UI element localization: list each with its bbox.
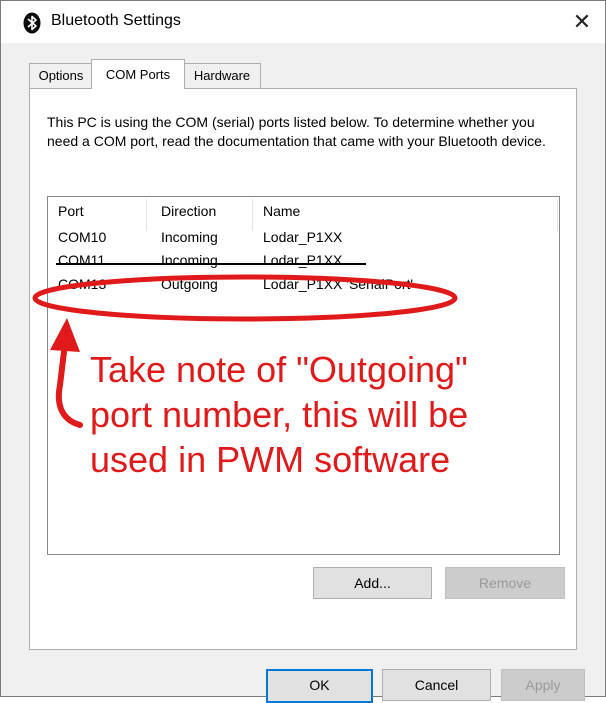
row-com13-name[interactable]: Lodar_P1XX 'SerialPort': [263, 276, 413, 292]
add-button[interactable]: Add...: [313, 567, 432, 599]
annotation-line: Take note of "Outgoing": [90, 349, 468, 390]
row-com11-port[interactable]: COM11: [58, 252, 105, 268]
column-divider: [557, 199, 558, 231]
row-com11-strikethrough: [56, 263, 366, 265]
row-com10-direction[interactable]: Incoming: [161, 229, 218, 245]
annotation-line: used in PWM software: [90, 439, 451, 480]
title-bar: Bluetooth Settings ✕: [1, 1, 605, 43]
tab-hardware[interactable]: Hardware: [183, 63, 261, 88]
column-header-direction[interactable]: Direction: [161, 203, 216, 219]
row-com11-name[interactable]: Lodar_P1XX: [263, 252, 342, 268]
row-com10-port[interactable]: COM10: [58, 229, 106, 245]
tab-com-ports[interactable]: COM Ports: [91, 59, 185, 89]
bluetooth-icon: [23, 12, 41, 34]
column-header-port[interactable]: Port: [58, 203, 84, 219]
row-com11-direction[interactable]: Incoming: [161, 252, 218, 268]
window-title: Bluetooth Settings: [51, 12, 181, 29]
column-header-name[interactable]: Name: [263, 203, 300, 219]
annotation-text: Take note of "Outgoing" port number, thi…: [90, 347, 560, 482]
apply-button[interactable]: Apply: [501, 669, 585, 701]
row-com10-name[interactable]: Lodar_P1XX: [263, 229, 342, 245]
row-com13-direction[interactable]: Outgoing: [161, 276, 218, 292]
ok-button[interactable]: OK: [266, 669, 373, 703]
description-text: This PC is using the COM (serial) ports …: [47, 114, 546, 149]
column-divider: [252, 199, 253, 231]
cancel-button[interactable]: Cancel: [382, 669, 491, 701]
remove-button[interactable]: Remove: [445, 567, 565, 599]
annotation-line: port number, this will be: [90, 394, 469, 435]
column-divider: [146, 199, 147, 231]
tab-options[interactable]: Options: [29, 63, 93, 88]
row-com13-port[interactable]: COM13: [58, 276, 106, 292]
close-icon[interactable]: ✕: [569, 9, 595, 35]
